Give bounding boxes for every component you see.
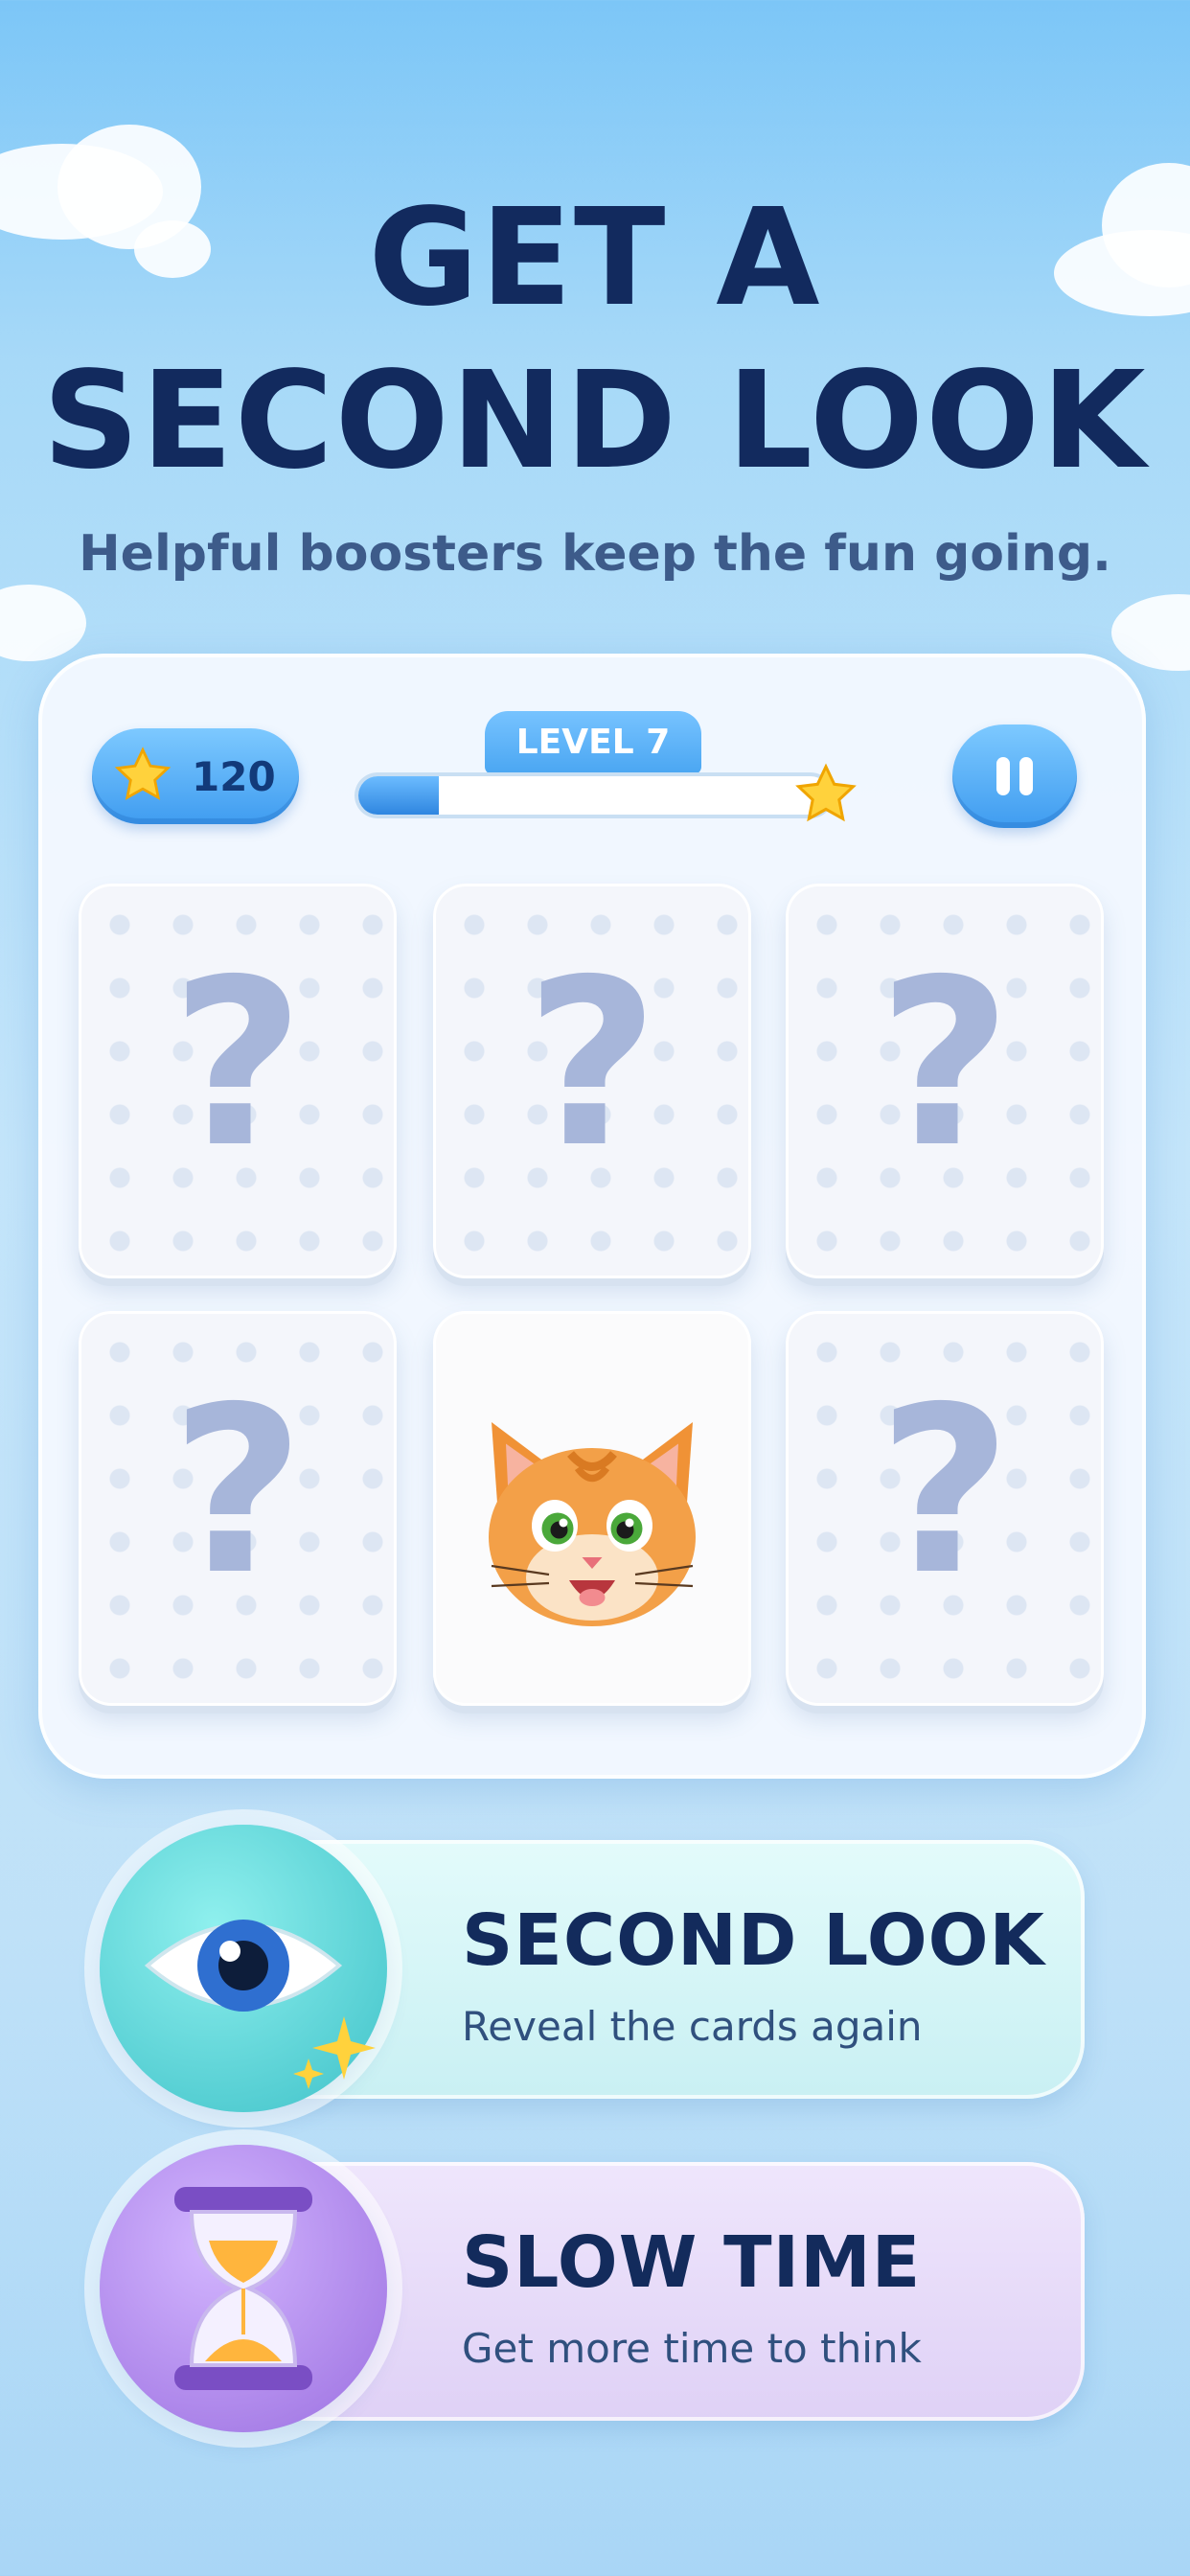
question-mark-icon: ? [171, 930, 305, 1198]
memory-card-2[interactable]: ? [433, 884, 751, 1278]
slow-time-icon-badge[interactable] [100, 2145, 387, 2432]
star-icon [114, 747, 172, 800]
sparkle-icon [293, 2016, 376, 2089]
memory-card-1[interactable]: ? [79, 884, 397, 1278]
memory-card-6[interactable]: ? [786, 1311, 1104, 1706]
cat-face-icon [489, 1422, 696, 1626]
hourglass-icon [174, 2187, 312, 2390]
level-progress-fill [358, 776, 439, 815]
memory-card-4[interactable]: ? [79, 1311, 397, 1706]
headline-line-2: SECOND LOOK [42, 343, 1148, 499]
slow-time-title: SLOW TIME [462, 2221, 922, 2304]
question-mark-icon: ? [878, 930, 1012, 1198]
pause-button[interactable] [952, 724, 1077, 828]
question-mark-icon: ? [878, 1357, 1012, 1625]
score-pill: 120 [92, 728, 299, 824]
headline-line-1: GET A [368, 180, 822, 336]
second-look-description: Reveal the cards again [462, 2003, 923, 2050]
cloud-mid-right [1111, 594, 1190, 671]
score-value: 120 [192, 753, 276, 800]
question-mark-icon: ? [525, 930, 659, 1198]
slow-time-description: Get more time to think [462, 2325, 922, 2372]
level-progress-bar [355, 772, 834, 818]
pause-icon-bar-left [996, 757, 1010, 795]
memory-card-5-revealed[interactable] [433, 1311, 751, 1706]
progress-goal-star-icon [795, 763, 857, 822]
second-look-icon-badge[interactable] [100, 1825, 387, 2112]
memory-card-3[interactable]: ? [786, 884, 1104, 1278]
cloud-mid-left [0, 585, 86, 661]
question-mark-icon: ? [171, 1357, 305, 1625]
second-look-title: SECOND LOOK [462, 1899, 1045, 1982]
pause-icon-bar-right [1019, 757, 1033, 795]
level-label: LEVEL 7 [485, 711, 701, 774]
subtitle: Helpful boosters keep the fun going. [79, 525, 1111, 583]
